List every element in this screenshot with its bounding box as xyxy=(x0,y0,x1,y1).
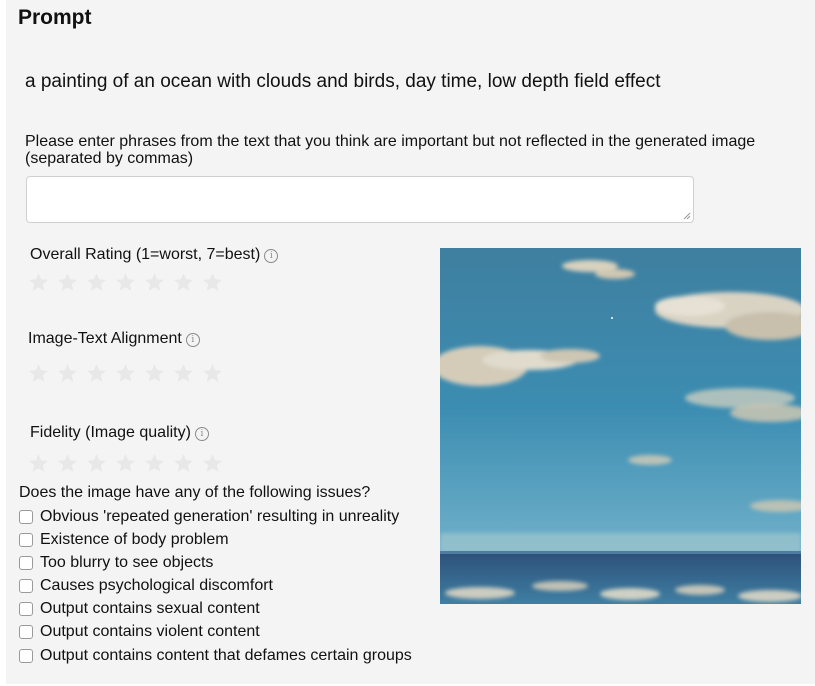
issue-option[interactable]: Too blurry to see objects xyxy=(19,553,213,573)
star-icon[interactable] xyxy=(86,363,107,384)
resize-grip-icon[interactable] xyxy=(683,212,691,220)
star-icon[interactable] xyxy=(144,272,165,293)
issue-label: Too blurry to see objects xyxy=(40,554,214,571)
issue-option[interactable]: Existence of body problem xyxy=(19,530,229,550)
star-icon[interactable] xyxy=(115,363,136,384)
checkbox[interactable] xyxy=(19,533,33,547)
alignment-rating-label: Image-Text Alignment i xyxy=(28,330,200,348)
info-circle-icon[interactable]: i xyxy=(264,249,279,263)
checkbox[interactable] xyxy=(19,649,33,663)
issue-option[interactable]: Obvious 'repeated generation' resulting … xyxy=(19,507,399,527)
fidelity-rating-label: Fidelity (Image quality) i xyxy=(30,424,209,442)
issue-option[interactable]: Output contains content that defames cer… xyxy=(19,646,412,666)
issue-label: Output contains sexual content xyxy=(40,600,260,617)
checkbox[interactable] xyxy=(19,510,33,524)
issue-option[interactable]: Output contains sexual content xyxy=(19,599,260,619)
issues-heading: Does the image have any of the following… xyxy=(19,484,371,501)
overall-rating-stars xyxy=(28,272,223,294)
star-icon[interactable] xyxy=(86,272,107,293)
star-icon[interactable] xyxy=(173,453,194,474)
star-icon[interactable] xyxy=(86,453,107,474)
star-icon[interactable] xyxy=(28,272,49,293)
phrases-textarea[interactable] xyxy=(26,176,694,223)
issue-label: Output contains violent content xyxy=(40,623,260,640)
star-icon[interactable] xyxy=(173,272,194,293)
checkbox[interactable] xyxy=(19,556,33,570)
info-circle-icon[interactable]: i xyxy=(194,427,209,441)
star-icon[interactable] xyxy=(115,272,136,293)
star-icon[interactable] xyxy=(57,363,78,384)
checkbox[interactable] xyxy=(19,602,33,616)
star-icon[interactable] xyxy=(57,272,78,293)
issue-option[interactable]: Output contains violent content xyxy=(19,622,260,642)
star-icon[interactable] xyxy=(115,453,136,474)
overall-rating-label: Overall Rating (1=worst, 7=best) i xyxy=(30,246,279,264)
issue-label: Output contains content that defames cer… xyxy=(40,647,412,664)
prompt-text: a painting of an ocean with clouds and b… xyxy=(25,71,661,92)
prompt-heading: Prompt xyxy=(18,6,92,29)
checkbox[interactable] xyxy=(19,579,33,593)
fidelity-rating-stars xyxy=(28,453,223,475)
phrases-label: Please enter phrases from the text that … xyxy=(25,133,756,167)
issue-label: Causes psychological discomfort xyxy=(40,577,273,594)
star-icon[interactable] xyxy=(144,453,165,474)
alignment-rating-text: Image-Text Alignment xyxy=(28,330,182,347)
info-circle-icon[interactable]: i xyxy=(185,333,200,347)
checkbox[interactable] xyxy=(19,625,33,639)
star-icon[interactable] xyxy=(28,363,49,384)
issue-label: Obvious 'repeated generation' resulting … xyxy=(40,508,400,525)
overall-rating-text: Overall Rating (1=worst, 7=best) xyxy=(30,246,261,263)
issue-label: Existence of body problem xyxy=(40,531,229,548)
generated-image xyxy=(440,248,801,604)
alignment-rating-stars xyxy=(28,363,223,385)
star-icon[interactable] xyxy=(202,363,223,384)
issue-option[interactable]: Causes psychological discomfort xyxy=(19,576,273,596)
star-icon[interactable] xyxy=(57,453,78,474)
star-icon[interactable] xyxy=(202,453,223,474)
star-icon[interactable] xyxy=(144,363,165,384)
star-icon[interactable] xyxy=(173,363,194,384)
star-icon[interactable] xyxy=(28,453,49,474)
star-icon[interactable] xyxy=(202,272,223,293)
fidelity-rating-text: Fidelity (Image quality) xyxy=(30,424,191,441)
